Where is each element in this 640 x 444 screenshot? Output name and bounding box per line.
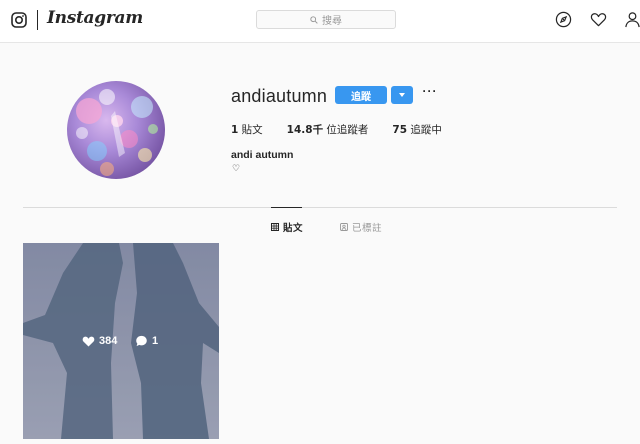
instagram-logo-icon[interactable]: [11, 12, 27, 28]
top-nav: Instagram 搜尋: [0, 0, 640, 43]
chevron-down-icon: [399, 93, 405, 97]
stat-followers-label: 位追蹤者: [326, 124, 369, 136]
stat-posts-value: 1: [231, 124, 239, 136]
person-icon[interactable]: [624, 11, 640, 28]
heart-icon[interactable]: [590, 11, 607, 28]
follow-button[interactable]: 追蹤: [335, 86, 387, 104]
post-likes-count: 384: [99, 335, 118, 347]
heart-filled-icon: [82, 336, 95, 347]
stat-following-label: 追蹤中: [410, 124, 442, 136]
profile-bio: ♡: [232, 163, 241, 173]
stat-followers[interactable]: 14.8千 位追蹤者: [287, 122, 369, 137]
profile-stats: 1 貼文 14.8千 位追蹤者 75 追蹤中: [231, 122, 466, 137]
instagram-wordmark[interactable]: Instagram: [47, 8, 143, 28]
avatar-image: [67, 81, 165, 179]
tag-icon: [340, 223, 348, 231]
follow-options-dropdown[interactable]: [391, 86, 413, 104]
stat-followers-value: 14.8千: [286, 124, 324, 136]
more-options-button[interactable]: ···: [421, 84, 439, 102]
profile-full-name: andi autumn: [231, 149, 294, 161]
tabs-divider: [23, 207, 617, 208]
search-icon: [310, 15, 318, 24]
tab-posts[interactable]: 貼文: [271, 220, 303, 234]
search-input[interactable]: 搜尋: [256, 10, 396, 29]
tab-posts-label: 貼文: [283, 223, 304, 234]
grid-icon: [271, 223, 279, 231]
active-tab-indicator: [271, 207, 302, 208]
post-thumbnail[interactable]: 384 1: [23, 243, 219, 439]
profile-username: andiautumn: [231, 86, 328, 106]
tab-tagged[interactable]: 已標註: [340, 220, 382, 234]
search-placeholder: 搜尋: [322, 16, 342, 27]
comment-icon: [136, 335, 147, 347]
post-likes: 384: [82, 335, 117, 347]
post-comments: 1: [135, 335, 158, 347]
post-hover-overlay: [23, 243, 219, 439]
stat-following[interactable]: 75 追蹤中: [392, 122, 441, 137]
stat-posts-label: 貼文: [241, 124, 263, 136]
logo-divider: [37, 10, 38, 30]
stat-following-value: 75: [392, 124, 408, 136]
stat-posts: 1 貼文: [231, 122, 263, 137]
compass-icon[interactable]: [555, 11, 572, 28]
post-comments-count: 1: [152, 335, 159, 347]
avatar[interactable]: [67, 81, 165, 179]
tab-tagged-label: 已標註: [352, 223, 383, 234]
